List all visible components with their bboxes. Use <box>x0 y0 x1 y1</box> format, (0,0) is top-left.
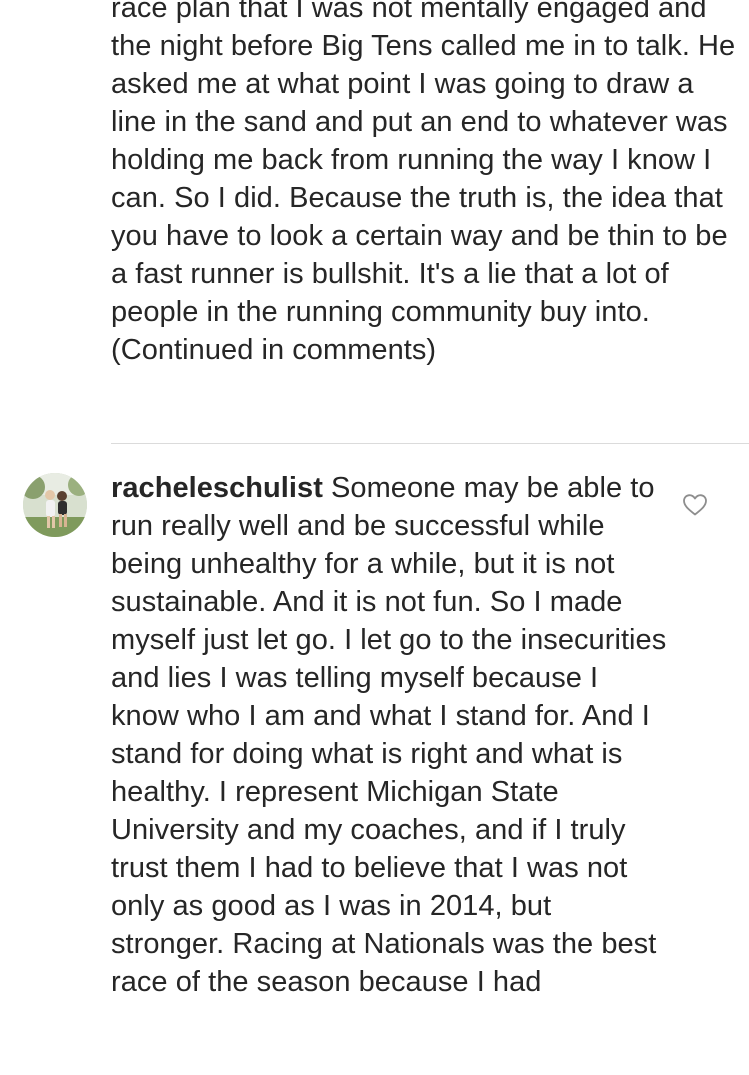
post-caption: race plan that I was not mentally engage… <box>111 0 736 366</box>
comment-text: Someone may be able to run really well a… <box>111 472 667 998</box>
avatar[interactable] <box>23 473 87 537</box>
comment-body: racheleschulist Someone may be able to r… <box>111 469 671 1001</box>
avatar-photo <box>23 473 87 537</box>
caption-divider <box>111 443 749 444</box>
comment-username[interactable]: racheleschulist <box>111 472 323 504</box>
like-heart-icon[interactable] <box>682 493 708 517</box>
